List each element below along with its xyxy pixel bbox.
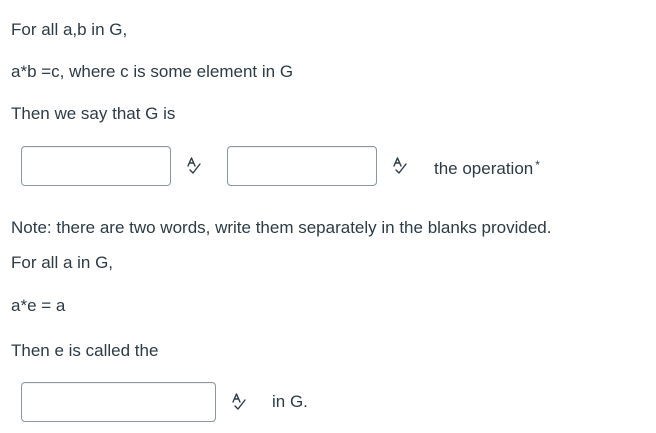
- q1-line-2: a*b =c, where c is some element in G: [11, 62, 294, 81]
- spellcheck-icon[interactable]: [231, 392, 247, 410]
- q1-after-blanks-text: the operation *: [434, 154, 540, 180]
- q1-line-3: Then we say that G is: [11, 104, 176, 123]
- q2-line-2: a*e = a: [11, 296, 66, 315]
- q2-blank-input[interactable]: [21, 382, 216, 422]
- spellcheck-icon[interactable]: [392, 156, 408, 174]
- q1-blank-2-input[interactable]: [227, 146, 377, 186]
- q1-line-1: For all a,b in G,: [11, 20, 128, 39]
- q1-blank-1-input[interactable]: [21, 146, 171, 186]
- q2-after-blank-text: in G.: [272, 392, 308, 411]
- q1-after-blanks-label: the operation: [434, 159, 534, 178]
- required-marker: *: [535, 158, 540, 172]
- q2-line-1: For all a in G,: [11, 253, 114, 272]
- spellcheck-icon[interactable]: [186, 156, 202, 174]
- q2-line-3: Then e is called the: [11, 341, 159, 360]
- q1-note: Note: there are two words, write them se…: [11, 218, 552, 237]
